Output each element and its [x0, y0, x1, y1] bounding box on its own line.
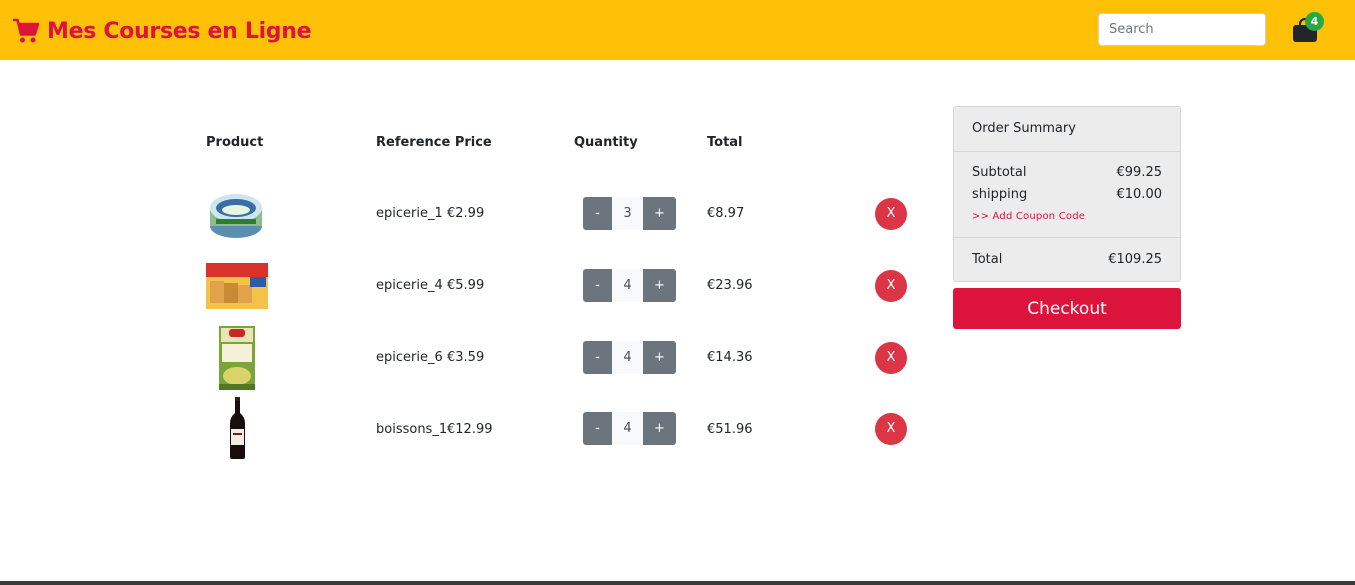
quantity-value: 4 [612, 412, 643, 445]
column-header-quantity: Quantity [574, 135, 638, 150]
subtotal-line: Subtotal €99.25 [972, 165, 1162, 180]
product-price: €12.99 [447, 422, 493, 437]
product-price: €3.59 [447, 350, 485, 365]
increase-quantity-button[interactable]: + [643, 197, 676, 230]
quantity-stepper: - 3 + [583, 197, 676, 230]
cart-row: boissons_1 €12.99 - 4 + €51.96 X [0, 397, 950, 461]
product-image-rusks-box [206, 263, 268, 309]
cart-row: epicerie_1 €2.99 - 3 + €8.97 X [0, 182, 950, 246]
decrease-quantity-button[interactable]: - [583, 412, 612, 445]
brand-link[interactable]: Mes Courses en Ligne [12, 14, 312, 48]
row-total: €51.96 [707, 422, 753, 437]
quantity-stepper: - 4 + [583, 269, 676, 302]
remove-item-button[interactable]: X [875, 342, 907, 374]
decrease-quantity-button[interactable]: - [583, 341, 612, 374]
remove-item-button[interactable]: X [875, 270, 907, 302]
product-image-tuna-can [210, 194, 262, 238]
quantity-stepper: - 4 + [583, 412, 676, 445]
product-price: €5.99 [447, 278, 485, 293]
shopping-cart-icon [13, 18, 40, 43]
column-header-product: Product [206, 135, 264, 150]
brand-title: Mes Courses en Ligne [47, 18, 312, 44]
product-price: €2.99 [447, 206, 485, 221]
cart-row: epicerie_4 €5.99 - 4 + €23.96 X [0, 254, 950, 318]
product-image-wine-bottle [230, 397, 245, 459]
order-summary-card: Order Summary Subtotal €99.25 shipping €… [953, 106, 1181, 282]
row-total: €23.96 [707, 278, 753, 293]
cart-button[interactable]: 4 [1290, 12, 1330, 44]
increase-quantity-button[interactable]: + [643, 341, 676, 374]
column-header-total: Total [707, 135, 743, 150]
product-reference: epicerie_4 [376, 278, 443, 293]
cart-row: epicerie_6 €3.59 - 4 + €14.36 X [0, 326, 950, 390]
column-header-reference-price: Reference Price [376, 135, 492, 150]
decrease-quantity-button[interactable]: - [583, 269, 612, 302]
shipping-value: €10.00 [1116, 187, 1163, 202]
total-label: Total [972, 252, 1003, 267]
bottom-edge-strip [0, 581, 1355, 585]
increase-quantity-button[interactable]: + [643, 269, 676, 302]
order-summary-title: Order Summary [954, 107, 1180, 152]
increase-quantity-button[interactable]: + [643, 412, 676, 445]
cart-count-badge: 4 [1305, 12, 1324, 31]
remove-item-button[interactable]: X [875, 198, 907, 230]
shipping-label: shipping [972, 187, 1028, 202]
total-line: Total €109.25 [972, 252, 1162, 267]
subtotal-value: €99.25 [1116, 165, 1163, 180]
shipping-line: shipping €10.00 [972, 187, 1162, 202]
top-navbar: Mes Courses en Ligne 4 [0, 0, 1355, 60]
quantity-stepper: - 4 + [583, 341, 676, 374]
remove-item-button[interactable]: X [875, 413, 907, 445]
row-total: €14.36 [707, 350, 753, 365]
subtotal-label: Subtotal [972, 165, 1027, 180]
product-reference: epicerie_1 [376, 206, 443, 221]
decrease-quantity-button[interactable]: - [583, 197, 612, 230]
search-input[interactable] [1098, 13, 1266, 46]
row-total: €8.97 [707, 206, 745, 221]
total-value: €109.25 [1108, 252, 1162, 267]
quantity-value: 4 [612, 269, 643, 302]
summary-divider [954, 237, 1180, 238]
quantity-value: 3 [612, 197, 643, 230]
quantity-value: 4 [612, 341, 643, 374]
product-reference: epicerie_6 [376, 350, 443, 365]
product-image-soup-carton [219, 326, 255, 390]
checkout-button[interactable]: Checkout [953, 288, 1181, 329]
product-reference: boissons_1 [376, 422, 448, 437]
add-coupon-link[interactable]: >> Add Coupon Code [972, 211, 1085, 222]
